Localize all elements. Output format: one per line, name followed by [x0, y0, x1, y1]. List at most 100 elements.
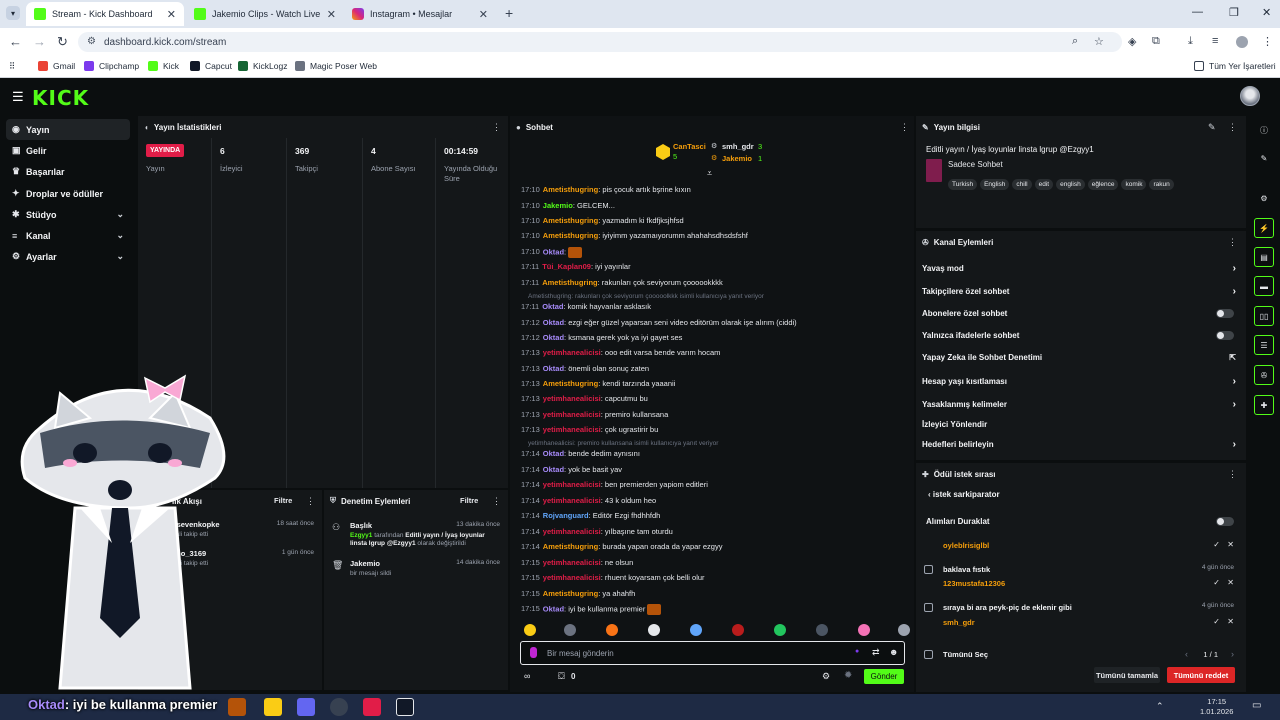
- chat-username[interactable]: Oktad: [543, 318, 564, 327]
- tab-search-icon[interactable]: ▾: [6, 6, 20, 20]
- sidebar-item-droplar[interactable]: ✦ Droplar ve ödüller: [6, 183, 130, 204]
- chevron-up-icon[interactable]: ⌃: [1156, 701, 1164, 712]
- banned-words-row[interactable]: Yasaklanmış kelimeler ›: [922, 396, 1236, 412]
- close-tab-icon[interactable]: ✕: [167, 8, 176, 21]
- pencil-icon[interactable]: ✎: [1254, 148, 1274, 168]
- browser-menu-icon[interactable]: ⋮: [1262, 35, 1273, 48]
- goals-row[interactable]: Hedefleri belirleyin ›: [922, 436, 1236, 452]
- extensions-puzzle-icon[interactable]: ⧉: [1152, 35, 1160, 48]
- chat-username[interactable]: Jakemio: [543, 201, 573, 210]
- ai-moderation-row[interactable]: Yapay Zeka ile Sohbet Denetimi ⇱: [922, 349, 1236, 365]
- emote-icon[interactable]: [606, 624, 618, 636]
- close-tab-icon[interactable]: ✕: [327, 8, 336, 21]
- complete-all-button[interactable]: Tümünü tamamla: [1094, 667, 1160, 683]
- bookmark-magic-poser[interactable]: Magic Poser Web: [295, 61, 377, 71]
- user-avatar[interactable]: [1240, 86, 1260, 106]
- mod-settings-icon[interactable]: ✹: [844, 670, 852, 681]
- filter-button[interactable]: Filtre: [460, 496, 478, 505]
- sidebar-item-studyo[interactable]: ✱ Stüdyo ⌄: [6, 204, 130, 225]
- reload-icon[interactable]: ↻: [57, 34, 68, 50]
- chat-username[interactable]: yetimhanealicisi: [543, 410, 601, 419]
- chat-username[interactable]: Oktad: [543, 449, 564, 458]
- forward-icon[interactable]: →: [33, 34, 46, 49]
- back-icon[interactable]: ←: [9, 34, 22, 49]
- approve-icon[interactable]: ✓: [1213, 617, 1220, 626]
- download-icon[interactable]: ⤓: [1188, 35, 1193, 48]
- chat-username[interactable]: Oktad: [543, 333, 564, 342]
- pause-redemptions-toggle[interactable]: [1216, 516, 1234, 526]
- rewards-icon[interactable]: ✚: [1254, 395, 1274, 415]
- gift-icon[interactable]: ⛋: [558, 671, 565, 682]
- queue-icon[interactable]: ☰: [1254, 335, 1274, 355]
- file-explorer-icon[interactable]: [264, 698, 282, 716]
- bookmark-gmail[interactable]: Gmail: [38, 61, 75, 71]
- emote-icon[interactable]: [732, 624, 744, 636]
- chat-username[interactable]: Tüi_Kaplan09: [542, 262, 591, 271]
- prev-page-icon[interactable]: ‹: [1185, 649, 1188, 659]
- chat-username[interactable]: yetimhanealicisi: [543, 480, 601, 489]
- mod-view-icon[interactable]: ▯▯: [1254, 306, 1274, 326]
- emote-icon[interactable]: [648, 624, 660, 636]
- chat-bubble-icon[interactable]: ▬: [1254, 276, 1274, 296]
- bookmark-kick[interactable]: Kick: [148, 61, 179, 71]
- more-options-icon[interactable]: ⋮: [1228, 469, 1237, 480]
- chat-username[interactable]: Oktad: [543, 604, 564, 613]
- chat-username[interactable]: yetimhanealicisi: [543, 496, 601, 505]
- send-button[interactable]: Gönder: [864, 669, 904, 684]
- tab-jakemio-clips[interactable]: Jakemio Clips - Watch Live on K ✕: [186, 2, 344, 26]
- reject-icon[interactable]: ✕: [1227, 617, 1234, 626]
- bookmark-kicklogz[interactable]: KickLogz: [238, 61, 288, 71]
- more-options-icon[interactable]: ⋮: [492, 122, 501, 133]
- emote-icon[interactable]: [564, 624, 576, 636]
- emote-icon[interactable]: [858, 624, 870, 636]
- infinity-points-icon[interactable]: ∞: [524, 671, 530, 681]
- more-options-icon[interactable]: ⋮: [1228, 237, 1237, 248]
- chat-username[interactable]: yetimhanealicisi: [543, 394, 601, 403]
- chat-username[interactable]: Ametisthugring: [543, 589, 598, 598]
- sidebar-item-kanal[interactable]: ≡ Kanal ⌄: [6, 225, 130, 246]
- sidebar-item-ayarlar[interactable]: ⚙ Ayarlar ⌄: [6, 246, 130, 267]
- back-to-rewards[interactable]: ‹ istek sarkiparator: [928, 490, 1000, 499]
- close-tab-icon[interactable]: ✕: [479, 8, 488, 21]
- chat-username[interactable]: Ametisthugring: [543, 379, 598, 388]
- approve-icon[interactable]: ✓: [1213, 578, 1220, 587]
- lightning-icon[interactable]: ⚡: [1254, 218, 1274, 238]
- bookmark-clipchamp[interactable]: Clipchamp: [84, 61, 139, 71]
- reject-icon[interactable]: ✕: [1227, 578, 1234, 587]
- next-page-icon[interactable]: ›: [1231, 649, 1234, 659]
- zoom-icon[interactable]: ⌕: [1072, 35, 1078, 48]
- emote-icon[interactable]: [774, 624, 786, 636]
- bookmark-star-icon[interactable]: ☆: [1094, 35, 1104, 48]
- top-chatter-name[interactable]: CanTasci: [673, 142, 706, 151]
- clipboard-icon[interactable]: ▤: [1254, 247, 1274, 267]
- approve-icon[interactable]: ✓: [1213, 540, 1220, 549]
- emote-icon[interactable]: [816, 624, 828, 636]
- chat-username[interactable]: Ametisthugring: [543, 216, 598, 225]
- more-options-icon[interactable]: ⋮: [1228, 122, 1237, 133]
- sidebar-item-basarilar[interactable]: ♛ Başarılar: [6, 161, 130, 182]
- microphone-icon[interactable]: [530, 647, 537, 658]
- new-tab-icon[interactable]: +: [505, 5, 513, 21]
- taskbar-clock[interactable]: 17:15 1.01.2026: [1200, 697, 1233, 717]
- redeemer-name[interactable]: smh_gdr: [943, 618, 975, 627]
- filter-chat-icon[interactable]: ⩡: [707, 168, 712, 179]
- tab-instagram[interactable]: Instagram • Mesajlar ✕: [344, 2, 496, 26]
- redeemer-name[interactable]: oyleblrisiglbl: [943, 541, 989, 550]
- chat-username[interactable]: Ametisthugring: [543, 185, 598, 194]
- more-options-icon[interactable]: ⋮: [492, 496, 501, 507]
- chat-settings-icon[interactable]: ⚙: [822, 671, 830, 682]
- reject-all-button[interactable]: Tümünü reddet: [1167, 667, 1235, 683]
- info-icon[interactable]: ⓘ: [1254, 120, 1274, 140]
- chat-username[interactable]: yetimhanealicisi: [543, 425, 601, 434]
- chat-message-input[interactable]: [547, 646, 847, 660]
- settings-icon[interactable]: ⚙: [1254, 188, 1274, 208]
- obs-icon[interactable]: [330, 698, 348, 716]
- hamburger-menu-icon[interactable]: ☰: [12, 89, 24, 105]
- raid-row[interactable]: İzleyici Yönlendir: [922, 416, 1236, 432]
- chat-username[interactable]: Ametisthugring: [543, 542, 598, 551]
- app-icon[interactable]: [363, 698, 381, 716]
- emote-icon[interactable]: [690, 624, 702, 636]
- chat-username[interactable]: Rojvanguard: [543, 511, 589, 520]
- filter-button[interactable]: Filtre: [274, 496, 292, 505]
- top-chatter-name[interactable]: smh_gdr: [722, 142, 754, 151]
